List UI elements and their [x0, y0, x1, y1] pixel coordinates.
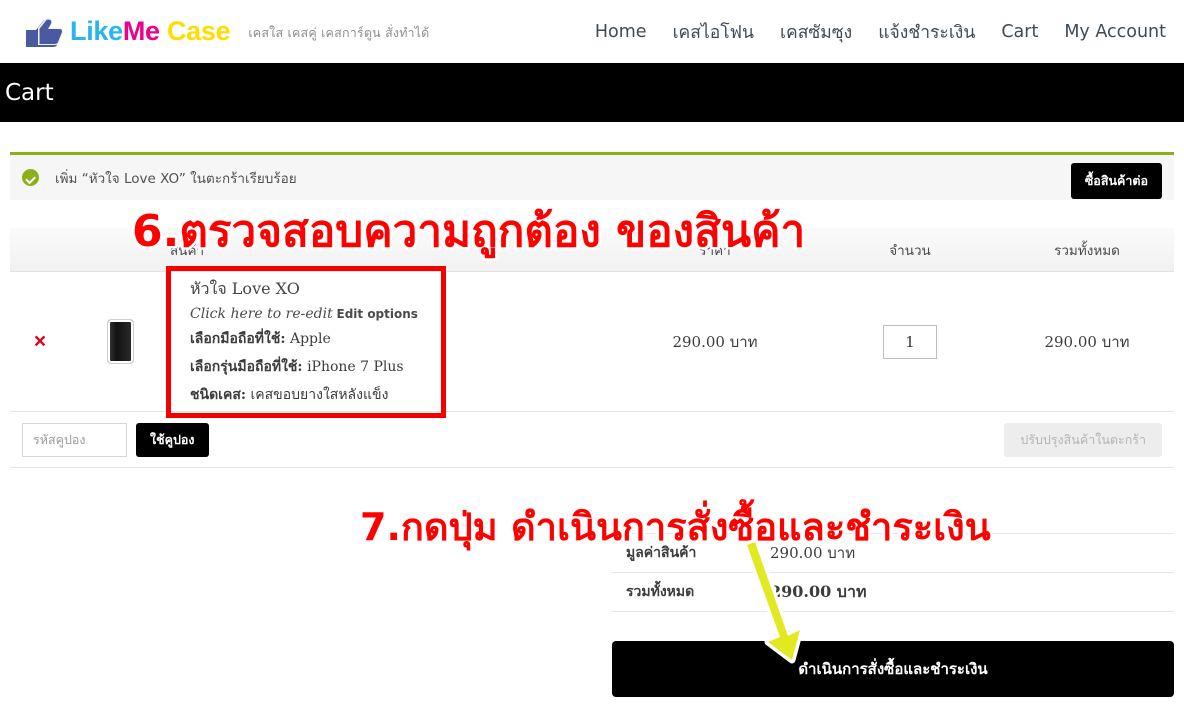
success-check-icon	[22, 169, 39, 186]
col-total-header: รวมทั้งหมด	[1054, 242, 1120, 259]
attribute-value-model: iPhone 7 Plus	[307, 359, 404, 375]
site-header: LikeMe Case เคสใส เคสคู่ เคสการ์ตูน สั่ง…	[0, 0, 1184, 63]
quantity-input[interactable]	[883, 324, 937, 359]
thumbs-up-icon	[20, 14, 64, 50]
coupon-code-input[interactable]	[22, 422, 127, 457]
brand-tagline: เคสใส เคสคู่ เคสการ์ตูน สั่งทำได้	[248, 25, 430, 40]
edit-options-label[interactable]: Edit options	[337, 307, 418, 321]
nav-item-samsung-case[interactable]: เคสซัมซุง	[780, 18, 852, 46]
cell-unit-price: 290.00 บาท	[672, 332, 758, 351]
page-title-bar: Cart	[0, 63, 1184, 122]
product-name[interactable]: หัวใจ Love XO	[190, 277, 610, 302]
cell-remove: ×	[10, 331, 70, 352]
brand-segment-case: Case	[166, 16, 231, 46]
cell-quantity	[820, 324, 1000, 359]
attribute-label-brand: เลือกมือถือที่ใช้:	[190, 331, 286, 347]
brand-segment-me: Me	[122, 16, 160, 46]
remove-item-icon[interactable]: ×	[34, 330, 46, 353]
nav-item-my-account[interactable]: My Account	[1064, 22, 1166, 42]
attribute-value-brand: Apple	[289, 331, 331, 347]
cell-line-total: 290.00 บาท	[1044, 332, 1130, 351]
totals-row-grandtotal: รวมทั้งหมด 290.00 บาท	[612, 572, 1174, 612]
product-attribute: ชนิดเคส: เคสขอบยางใสหลังแข็ง	[190, 384, 610, 406]
main-navigation: Home เคสไอโฟน เคสซัมซุง แจ้งชำระเงิน Car…	[595, 18, 1166, 46]
nav-item-cart[interactable]: Cart	[1001, 22, 1038, 42]
annotation-step-7: 7.กดปุ่ม ดำเนินการสั่งซื้อและชำระเงิน	[358, 503, 994, 552]
nav-item-home[interactable]: Home	[595, 22, 647, 42]
coupon-row: ใช้คูปอง ปรับปรุงสินค้าในตะกร้า	[10, 412, 1174, 468]
annotation-step-6: 6.ตรวจสอบความถูกต้อง ของสินค้า	[129, 204, 807, 260]
brand-name: LikeMe Case	[70, 16, 231, 46]
update-cart-button[interactable]: ปรับปรุงสินค้าในตะกร้า	[1004, 422, 1162, 457]
cell-thumbnail	[70, 319, 170, 364]
proceed-to-checkout-button[interactable]: ดำเนินการสั่งซื้อและชำระเงิน	[612, 641, 1174, 697]
grandtotal-label: รวมทั้งหมด	[626, 584, 695, 600]
page-title: Cart	[5, 79, 54, 106]
table-row: × หัวใจ Love XO Click here to re-edit Ed…	[10, 272, 1174, 412]
brand-segment-like: Like	[70, 16, 123, 46]
cell-product-details: หัวใจ Love XO Click here to re-edit Edit…	[170, 277, 610, 406]
notice-message: เพิ่ม “หัวใจ Love XO” ในตะกร้าเรียบร้อย	[55, 170, 297, 187]
product-thumbnail-image[interactable]	[106, 319, 134, 364]
apply-coupon-button[interactable]: ใช้คูปอง	[136, 422, 209, 457]
continue-shopping-button[interactable]: ซื้อสินค้าต่อ	[1070, 163, 1162, 199]
product-attribute: เลือกมือถือที่ใช้: Apple	[190, 328, 610, 350]
col-quantity-header: จำนวน	[889, 242, 931, 259]
nav-item-payment-notify[interactable]: แจ้งชำระเงิน	[878, 18, 975, 46]
re-edit-link[interactable]: Click here to re-edit	[190, 306, 333, 322]
cart-page: LikeMe Case เคสใส เคสคู่ เคสการ์ตูน สั่ง…	[0, 0, 1184, 715]
nav-item-iphone-case[interactable]: เคสไอโฟน	[673, 18, 754, 46]
attribute-value-casetype: เคสขอบยางใสหลังแข็ง	[250, 387, 389, 403]
product-attribute: เลือกรุ่นมือถือที่ใช้: iPhone 7 Plus	[190, 356, 610, 378]
grandtotal-value: 290.00 บาท	[770, 581, 867, 601]
site-logo[interactable]: LikeMe Case	[20, 14, 231, 50]
product-edit-row: Click here to re-edit Edit options	[190, 306, 610, 322]
cart-notice: เพิ่ม “หัวใจ Love XO” ในตะกร้าเรียบร้อย …	[10, 152, 1174, 200]
attribute-label-model: เลือกรุ่นมือถือที่ใช้:	[190, 359, 303, 375]
attribute-label-casetype: ชนิดเคส:	[190, 387, 247, 403]
